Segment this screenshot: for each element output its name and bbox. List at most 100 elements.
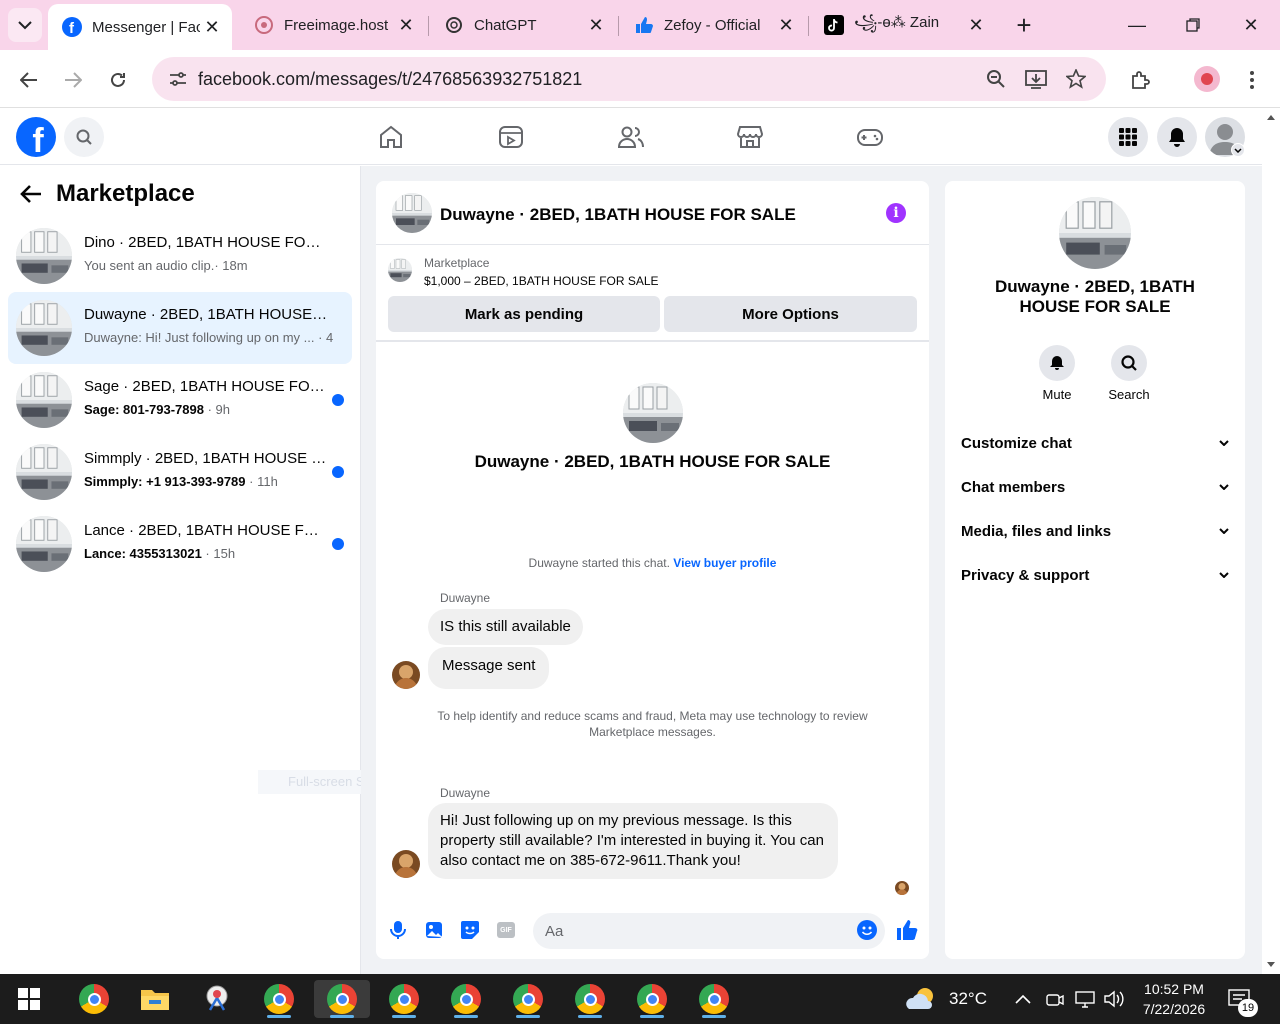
video-icon [499, 126, 523, 148]
search-action[interactable]: Search [1099, 345, 1159, 402]
extensions-button[interactable] [1126, 66, 1154, 94]
profile-avatar[interactable] [1194, 66, 1220, 92]
address-bar[interactable]: facebook.com/messages/t/2476856393275182… [152, 57, 1106, 101]
chrome-taskbar-icon[interactable] [447, 980, 485, 1018]
tab-messenger[interactable]: f Messenger | Fac ✕ [48, 4, 232, 50]
chrome-taskbar-icon[interactable] [695, 980, 733, 1018]
close-tab-icon[interactable]: ✕ [964, 15, 988, 36]
gaming-nav[interactable] [855, 124, 885, 150]
gif-icon[interactable]: GIF [495, 919, 517, 941]
close-tab-icon[interactable]: ✕ [394, 15, 418, 36]
chrome-taskbar-icon[interactable] [633, 980, 671, 1018]
site-info-icon[interactable] [158, 71, 198, 87]
info-icon[interactable]: i [886, 203, 906, 223]
photo-icon[interactable] [423, 919, 445, 941]
sender-avatar[interactable] [392, 661, 420, 689]
message-bubble[interactable]: IS this still available [428, 609, 583, 645]
weather-widget[interactable]: 32°C [905, 974, 987, 1024]
tab-zefoy[interactable]: Zefoy - Official ✕ [620, 6, 806, 44]
message-input[interactable]: Aa [533, 913, 885, 949]
customize-chat-section[interactable]: Customize chat [961, 421, 1229, 465]
chrome-taskbar-icon[interactable] [260, 980, 298, 1018]
marketplace-nav[interactable] [735, 124, 765, 150]
close-tab-icon[interactable]: ✕ [584, 15, 608, 36]
camera-icon[interactable] [1046, 974, 1064, 1024]
reload-button[interactable] [104, 66, 132, 94]
search-icon [1111, 345, 1147, 381]
close-tab-icon[interactable]: ✕ [774, 15, 798, 36]
home-nav[interactable] [376, 124, 406, 150]
chat-title[interactable]: Duwayne · 2BED, 1BATH HOUSE FOR SALE [440, 205, 796, 225]
back-arrow-icon[interactable] [20, 184, 42, 204]
contact-avatar-large[interactable] [623, 383, 683, 443]
chrome-taskbar-icon[interactable] [75, 980, 113, 1018]
more-options-button[interactable]: More Options [664, 296, 917, 332]
minimize-button[interactable]: — [1108, 0, 1166, 50]
maximize-button[interactable] [1164, 0, 1222, 50]
install-app-icon[interactable] [1024, 67, 1048, 91]
message-bubble[interactable]: Hi! Just following up on my previous mes… [428, 803, 838, 879]
gamepad-icon [857, 129, 883, 146]
bookmark-star-icon[interactable] [1064, 67, 1088, 91]
friends-nav[interactable] [616, 124, 646, 150]
mark-pending-button[interactable]: Mark as pending [388, 296, 660, 332]
file-explorer-icon[interactable] [136, 980, 174, 1018]
microphone-icon[interactable] [387, 919, 409, 941]
like-thumbs-up-icon[interactable] [896, 919, 918, 941]
network-icon[interactable] [1074, 974, 1096, 1024]
conversation-item[interactable]: Dino · 2BED, 1BATH HOUSE FOR S... You sen… [8, 220, 352, 292]
show-hidden-icons[interactable] [1014, 974, 1032, 1024]
snipping-tool-icon[interactable] [198, 980, 236, 1018]
notification-center[interactable]: 19 [1228, 974, 1258, 1024]
tab-freeimage[interactable]: Freeimage.host ✕ [240, 6, 426, 44]
listing-thumbnail[interactable] [388, 258, 412, 282]
conversation-item[interactable]: Lance · 2BED, 1BATH HOUSE FOR... Lance: 4… [8, 508, 352, 580]
menu-button[interactable] [1108, 117, 1148, 157]
info-avatar[interactable] [1059, 197, 1131, 269]
volume-icon[interactable] [1103, 974, 1125, 1024]
page-scrollbar[interactable] [1262, 108, 1280, 974]
message-bubble[interactable]: Message sent [428, 647, 550, 689]
privacy-support-section[interactable]: Privacy & support [961, 553, 1229, 597]
facebook-logo[interactable]: f [16, 117, 56, 160]
chrome-taskbar-icon[interactable] [571, 980, 609, 1018]
clock[interactable]: 10:52 PM 7/22/2026 [1136, 974, 1212, 1024]
scroll-down-icon[interactable] [1262, 960, 1280, 970]
chrome-taskbar-icon-active[interactable] [314, 980, 370, 1018]
tab-chatgpt[interactable]: ChatGPT ✕ [430, 6, 616, 44]
tab-search-button[interactable] [8, 8, 42, 42]
scroll-up-icon[interactable] [1262, 112, 1280, 122]
close-tab-icon[interactable]: ✕ [200, 17, 224, 38]
chat-members-section[interactable]: Chat members [961, 465, 1229, 509]
video-nav[interactable] [496, 124, 526, 150]
search-button[interactable] [64, 117, 104, 157]
back-button[interactable] [15, 66, 43, 94]
new-tab-button[interactable]: + [996, 0, 1052, 50]
sticker-icon[interactable] [459, 919, 481, 941]
conversation-item[interactable]: Duwayne · 2BED, 1BATH HOUSE F... Duwayne:… [8, 292, 352, 364]
browser-menu-button[interactable] [1238, 66, 1266, 94]
forward-button[interactable] [59, 66, 87, 94]
close-window-button[interactable]: ✕ [1222, 0, 1280, 50]
conversation-avatar [16, 300, 72, 356]
chevron-down-icon [1219, 528, 1229, 534]
chrome-taskbar-icon[interactable] [385, 980, 423, 1018]
view-buyer-profile-link[interactable]: View buyer profile [673, 556, 776, 570]
chrome-taskbar-icon[interactable] [509, 980, 547, 1018]
media-files-links-section[interactable]: Media, files and links [961, 509, 1229, 553]
info-name: Duwayne · 2BED, 1BATH HOUSE FOR SALE [995, 277, 1195, 316]
conversation-preview: Lance: 4355313021 · 15h [84, 546, 236, 561]
start-button[interactable] [10, 980, 48, 1018]
conversation-item[interactable]: Simmply · 2BED, 1BATH HOUSE F... Simmply:… [8, 436, 352, 508]
listing-price-title[interactable]: $1,000 – 2BED, 1BATH HOUSE FOR SALE [424, 274, 659, 288]
sender-avatar[interactable] [392, 850, 420, 878]
zoom-icon[interactable] [984, 67, 1008, 91]
conversation-item[interactable]: Sage · 2BED, 1BATH HOUSE FOR ... Sage: 80… [8, 364, 352, 436]
account-chevron-icon[interactable] [1231, 143, 1245, 157]
notifications-button[interactable] [1157, 117, 1197, 157]
tab-tiktok[interactable]: ꧁-ɵ⁂ Zain ✕ [810, 6, 996, 44]
mute-action[interactable]: Mute [1027, 345, 1087, 402]
bell-icon [1039, 345, 1075, 381]
chat-avatar[interactable] [392, 193, 432, 233]
emoji-icon[interactable] [856, 919, 878, 941]
